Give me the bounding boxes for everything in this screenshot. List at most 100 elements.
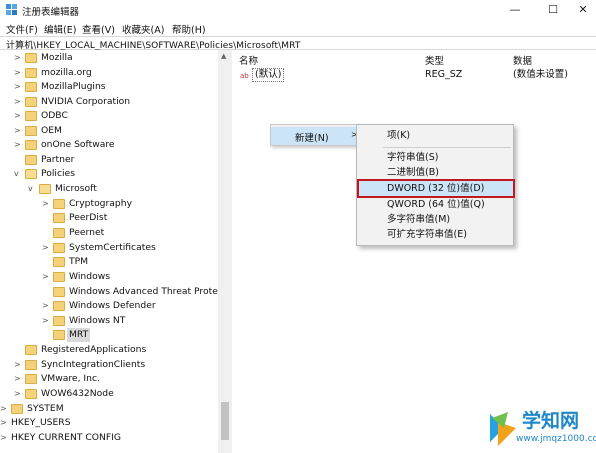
folder-icon	[53, 213, 65, 223]
folder-icon	[25, 389, 37, 399]
tree-pane: > Mozilla > mozilla.org > MozillaPlugins…	[0, 50, 232, 453]
folder-icon	[25, 126, 37, 136]
expand-icon[interactable]: >	[14, 387, 22, 401]
scroll-up-icon[interactable]: ▲	[221, 52, 226, 60]
tree-item-label: Partner	[41, 154, 75, 165]
folder-icon	[25, 82, 37, 92]
folder-icon	[53, 316, 65, 326]
value-data: (数值未设置)	[513, 69, 568, 80]
folder-icon	[53, 199, 65, 209]
expand-icon[interactable]: >	[42, 314, 50, 328]
address-bar[interactable]: 计算机\HKEY_LOCAL_MACHINE\SOFTWARE\Policies…	[0, 36, 596, 51]
site-watermark: 学知网 www.jmqz1000.com	[486, 400, 596, 453]
folder-icon	[25, 360, 37, 370]
folder-icon	[53, 228, 65, 238]
values-pane: 名称 类型 数据 ab (默认) REG_SZ (数值未设置)	[233, 50, 596, 453]
expand-icon[interactable]: >	[0, 402, 8, 416]
tree-item-label: onOne Software	[41, 139, 115, 150]
maximize-button[interactable]: ☐	[538, 2, 568, 18]
folder-icon	[25, 111, 37, 121]
column-name-header[interactable]: 名称	[239, 53, 258, 67]
menu-help[interactable]: 帮助(H)	[172, 22, 206, 36]
string-value-icon: ab	[240, 72, 249, 80]
tree-item-label: Windows	[69, 271, 111, 282]
tree-item-label: PeerDist	[69, 212, 108, 223]
tree-item-label: TPM	[69, 256, 89, 267]
submenu-dword-value[interactable]: DWORD (32 位)值(D)	[357, 179, 515, 198]
expand-icon[interactable]: >	[14, 138, 22, 152]
expand-icon[interactable]: >	[14, 51, 22, 65]
column-data-header[interactable]: 数据	[513, 53, 532, 67]
expand-icon[interactable]: >	[0, 431, 8, 445]
tree-item-label: Policies	[41, 168, 75, 179]
tree-item-label: Microsoft	[55, 183, 97, 194]
folder-icon	[25, 53, 37, 63]
submenu-key[interactable]: 项(K)	[359, 128, 513, 143]
folder-icon	[25, 345, 37, 355]
tree-item-label: Mozilla	[41, 52, 73, 63]
tree-item-label: WOW6432Node	[41, 388, 114, 399]
tree-item-label: OEM	[41, 125, 62, 136]
menu-edit[interactable]: 编辑(E)	[44, 22, 76, 36]
submenu-qword-value[interactable]: QWORD (64 位)值(Q)	[359, 197, 513, 212]
close-button[interactable]: ✕	[568, 2, 596, 18]
tree-item-label: ODBC	[41, 110, 68, 121]
expand-icon	[42, 255, 50, 269]
folder-icon	[11, 404, 23, 414]
folder-open-icon	[39, 184, 51, 194]
submenu-string-value[interactable]: 字符串值(S)	[359, 150, 513, 165]
new-submenu: 项(K) 字符串值(S) 二进制值(B) DWORD (32 位)值(D) QW…	[356, 124, 515, 246]
minimize-button[interactable]: —	[500, 2, 530, 18]
value-name[interactable]: (默认)	[252, 68, 285, 82]
expand-icon[interactable]: >	[14, 109, 22, 123]
value-type: REG_SZ	[425, 69, 463, 80]
expand-icon[interactable]: >	[14, 124, 22, 138]
folder-icon	[53, 301, 65, 311]
watermark-title: 学知网	[522, 410, 580, 432]
collapse-icon[interactable]: v	[14, 167, 22, 181]
submenu-multi-string-value[interactable]: 多字符串值(M)	[359, 212, 513, 227]
folder-icon	[53, 243, 65, 253]
folder-icon	[25, 68, 37, 78]
collapse-icon[interactable]: v	[28, 182, 36, 196]
folder-icon	[25, 140, 37, 150]
expand-icon[interactable]: >	[14, 372, 22, 386]
folder-icon	[53, 257, 65, 267]
tree-item-label: Windows Defender	[69, 300, 156, 311]
expand-icon[interactable]: >	[42, 270, 50, 284]
column-type-header[interactable]: 类型	[425, 53, 444, 67]
folder-icon	[53, 272, 65, 282]
expand-icon	[14, 343, 22, 357]
menu-file[interactable]: 文件(F)	[6, 22, 38, 36]
window-title: 注册表编辑器	[22, 7, 80, 18]
submenu-binary-value[interactable]: 二进制值(B)	[359, 165, 513, 180]
submenu-separator	[383, 147, 511, 148]
context-new-item[interactable]: 新建(N) >	[271, 127, 359, 145]
expand-icon[interactable]: >	[14, 66, 22, 80]
expand-icon[interactable]: >	[14, 358, 22, 372]
tree-item-label: MozillaPlugins	[41, 81, 106, 92]
tree-item-label: NVIDIA Corporation	[41, 96, 131, 107]
expand-icon[interactable]: >	[0, 416, 8, 430]
expand-icon[interactable]: >	[14, 80, 22, 94]
tree-scrollbar[interactable]: ▲	[218, 50, 232, 453]
expand-icon[interactable]: >	[42, 299, 50, 313]
tree-item-label: Peernet	[69, 227, 105, 238]
menu-view[interactable]: 查看(V)	[82, 22, 115, 36]
folder-icon	[25, 155, 37, 165]
tree-item-label: HKEY CURRENT CONFIG	[11, 432, 122, 443]
expand-icon	[42, 211, 50, 225]
menu-favorites[interactable]: 收藏夹(A)	[122, 22, 164, 36]
tree-item-label: RegisteredApplications	[41, 344, 147, 355]
expand-icon[interactable]: >	[42, 241, 50, 255]
expand-icon	[14, 153, 22, 167]
expand-icon[interactable]: >	[14, 95, 22, 109]
regedit-icon	[6, 4, 17, 15]
scroll-thumb[interactable]	[221, 402, 229, 440]
folder-icon	[25, 374, 37, 384]
expand-icon[interactable]: >	[42, 197, 50, 211]
folder-open-icon	[25, 169, 37, 179]
folder-icon	[53, 330, 65, 340]
tree-item-label: Windows NT	[69, 315, 126, 326]
submenu-expandable-string-value[interactable]: 可扩充字符串值(E)	[359, 227, 513, 242]
